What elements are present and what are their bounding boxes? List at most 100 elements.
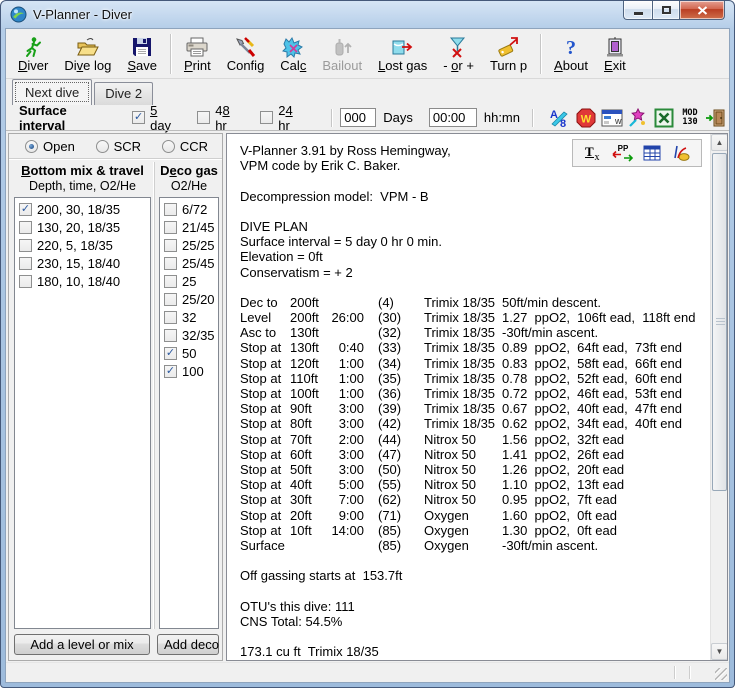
exit-door-icon-button[interactable] — [703, 107, 729, 129]
toolbar-button-label: Lost gas — [378, 58, 427, 73]
checkbox-icon — [164, 275, 177, 288]
toolbar-button-save[interactable]: Save — [119, 33, 165, 75]
bottom-mix-list[interactable]: ✓200, 30, 18/35130, 20, 18/35220, 5, 18/… — [14, 197, 151, 629]
plan-row: Stop at80ft3:00(42)Trimix 18/350.62 ppO2… — [240, 416, 703, 431]
resize-grip[interactable] — [715, 668, 727, 680]
output-line: Decompression model: VPM - B — [240, 189, 703, 204]
plan-cell-c2: 130ft — [290, 340, 326, 355]
toolbar-button-dive-log[interactable]: Dive log — [56, 33, 119, 75]
plan-cell-c1: Stop at — [240, 447, 290, 462]
toolbar-button-about[interactable]: ?About — [546, 33, 596, 75]
deco-gas-item[interactable]: 25/45 — [160, 254, 218, 272]
word-stop-icon-button[interactable]: W — [573, 107, 599, 129]
tab-next-dive[interactable]: Next dive — [12, 79, 92, 105]
bottom-mix-item[interactable]: 220, 5, 18/35 — [15, 236, 150, 254]
surface-checkboxes: ✓5 day 48 hr 24 hr — [132, 103, 323, 133]
plan-row: Level200ft26:00(30)Trimix 18/351.27 ppO2… — [240, 310, 703, 325]
output-line: Off gassing starts at 153.7ft — [240, 568, 703, 583]
scrollbar-grip — [716, 318, 725, 325]
app-window: V-Planner - Diver DiverDive logSavePrint… — [0, 0, 735, 688]
wizard-icon-button[interactable] — [625, 107, 651, 129]
bottom-mix-item[interactable]: 230, 15, 18/40 — [15, 254, 150, 272]
bottom-mix-item[interactable]: 180, 10, 18/40 — [15, 272, 150, 290]
scroll-up-arrow[interactable]: ▲ — [711, 134, 728, 151]
toolbar-button-label: Exit — [604, 58, 626, 73]
surface-checkbox-24-hr[interactable]: 24 hr — [260, 103, 306, 133]
plan-cell-c1: Surface — [240, 538, 290, 553]
maximize-button[interactable] — [652, 1, 680, 20]
bailout-icon — [331, 35, 353, 58]
deco-gas-subtitle: O2/He — [159, 179, 219, 194]
add-level-or-mix-button[interactable]: Add a level or mix — [14, 634, 150, 655]
window-report-icon-button[interactable]: w — [599, 107, 625, 129]
add-deco-button[interactable]: Add deco — [157, 634, 219, 655]
deco-gas-item[interactable]: ✓50 — [160, 344, 218, 362]
toolbar-button-lost-gas[interactable]: Lost gas — [370, 33, 435, 75]
plan-cell-c5: Oxygen — [424, 538, 502, 553]
minimize-icon — [634, 12, 643, 15]
toolbar-separator — [540, 34, 541, 74]
plan-cell-c1: Stop at — [240, 356, 290, 371]
turn-p-icon — [497, 35, 521, 58]
mod-130-icon-button[interactable]: MOD130 — [677, 107, 703, 129]
plan-cell-c1: Stop at — [240, 401, 290, 416]
deco-gas-item[interactable]: 25/25 — [160, 236, 218, 254]
radio-open[interactable]: Open — [25, 139, 75, 154]
output-scrollbar[interactable]: ▲ ▼ — [710, 134, 727, 660]
plan-cell-c5: Nitrox 50 — [424, 447, 502, 462]
toolbar-button-minus-or-plus[interactable]: - or + — [435, 33, 482, 75]
deco-gas-list[interactable]: 6/7221/4525/2525/452525/203232/35✓50✓100 — [159, 197, 219, 629]
toolbar-button-calc[interactable]: Calc — [272, 33, 314, 75]
deco-gas-item[interactable]: 32 — [160, 308, 218, 326]
plan-cell-c5: Nitrox 50 — [424, 477, 502, 492]
font-convert-icon-button[interactable]: A8 — [547, 107, 573, 129]
toolbar-button-turn-p[interactable]: Turn p — [482, 33, 535, 75]
scrollbar-thumb[interactable] — [712, 153, 727, 491]
deco-gas-item[interactable]: ✓100 — [160, 362, 218, 380]
circuit-mode-group: Open SCR CCR — [9, 134, 222, 159]
plan-cell-c4: (32) — [378, 325, 424, 340]
time-input[interactable] — [429, 108, 477, 127]
bottom-mix-item[interactable]: ✓200, 30, 18/35 — [15, 200, 150, 218]
minimize-button[interactable] — [623, 1, 652, 20]
toolbar-button-print[interactable]: Print — [176, 33, 219, 75]
surface-checkbox-5-day[interactable]: ✓5 day — [132, 103, 180, 133]
output-line — [240, 629, 703, 644]
toolbar-button-exit[interactable]: Exit — [596, 33, 634, 75]
pen-highlight-tool-button[interactable] — [670, 144, 692, 162]
plan-cell-c4: (50) — [378, 462, 424, 477]
checkbox-icon — [19, 275, 32, 288]
surface-checkbox-48-hr[interactable]: 48 hr — [197, 103, 243, 133]
output-line — [240, 204, 703, 219]
deco-gas-item[interactable]: 25/20 — [160, 290, 218, 308]
deco-gas-item[interactable]: 6/72 — [160, 200, 218, 218]
days-input[interactable] — [340, 108, 376, 127]
plan-cell-c5: Trimix 18/35 — [424, 310, 502, 325]
radio-scr[interactable]: SCR — [96, 139, 141, 154]
toolbar-button-config[interactable]: Config — [219, 33, 273, 75]
plan-cell-c2 — [290, 538, 326, 553]
scroll-down-arrow[interactable]: ▼ — [711, 643, 728, 660]
maximize-icon — [662, 6, 671, 14]
deco-gas-item[interactable]: 25 — [160, 272, 218, 290]
deco-gas-item[interactable]: 32/35 — [160, 326, 218, 344]
bottom-mix-item[interactable]: 130, 20, 18/35 — [15, 218, 150, 236]
checkbox-icon — [164, 311, 177, 324]
bottom-mix-column: Bottom mix & travel Depth, time, O2/He ✓… — [14, 162, 154, 629]
output-line: CNS Total: 54.5% — [240, 614, 703, 629]
table-view-tool-button[interactable] — [642, 144, 662, 162]
plan-cell-c2: 100ft — [290, 386, 326, 401]
radio-label: SCR — [114, 139, 141, 154]
radio-label: Open — [43, 139, 75, 154]
text-format-tool-button[interactable]: Tx — [582, 144, 604, 162]
radio-ccr[interactable]: CCR — [162, 139, 208, 154]
deco-gas-item[interactable]: 21/45 — [160, 218, 218, 236]
dive-log-icon — [76, 35, 100, 58]
close-button[interactable] — [680, 1, 725, 20]
plan-cell-c1: Asc to — [240, 325, 290, 340]
toolbar-button-diver[interactable]: Diver — [10, 33, 56, 75]
excel-icon-button[interactable] — [651, 107, 677, 129]
plan-cell-c4: (42) — [378, 416, 424, 431]
print-icon — [185, 35, 209, 58]
pp-swap-tool-button[interactable]: PP — [612, 144, 634, 162]
